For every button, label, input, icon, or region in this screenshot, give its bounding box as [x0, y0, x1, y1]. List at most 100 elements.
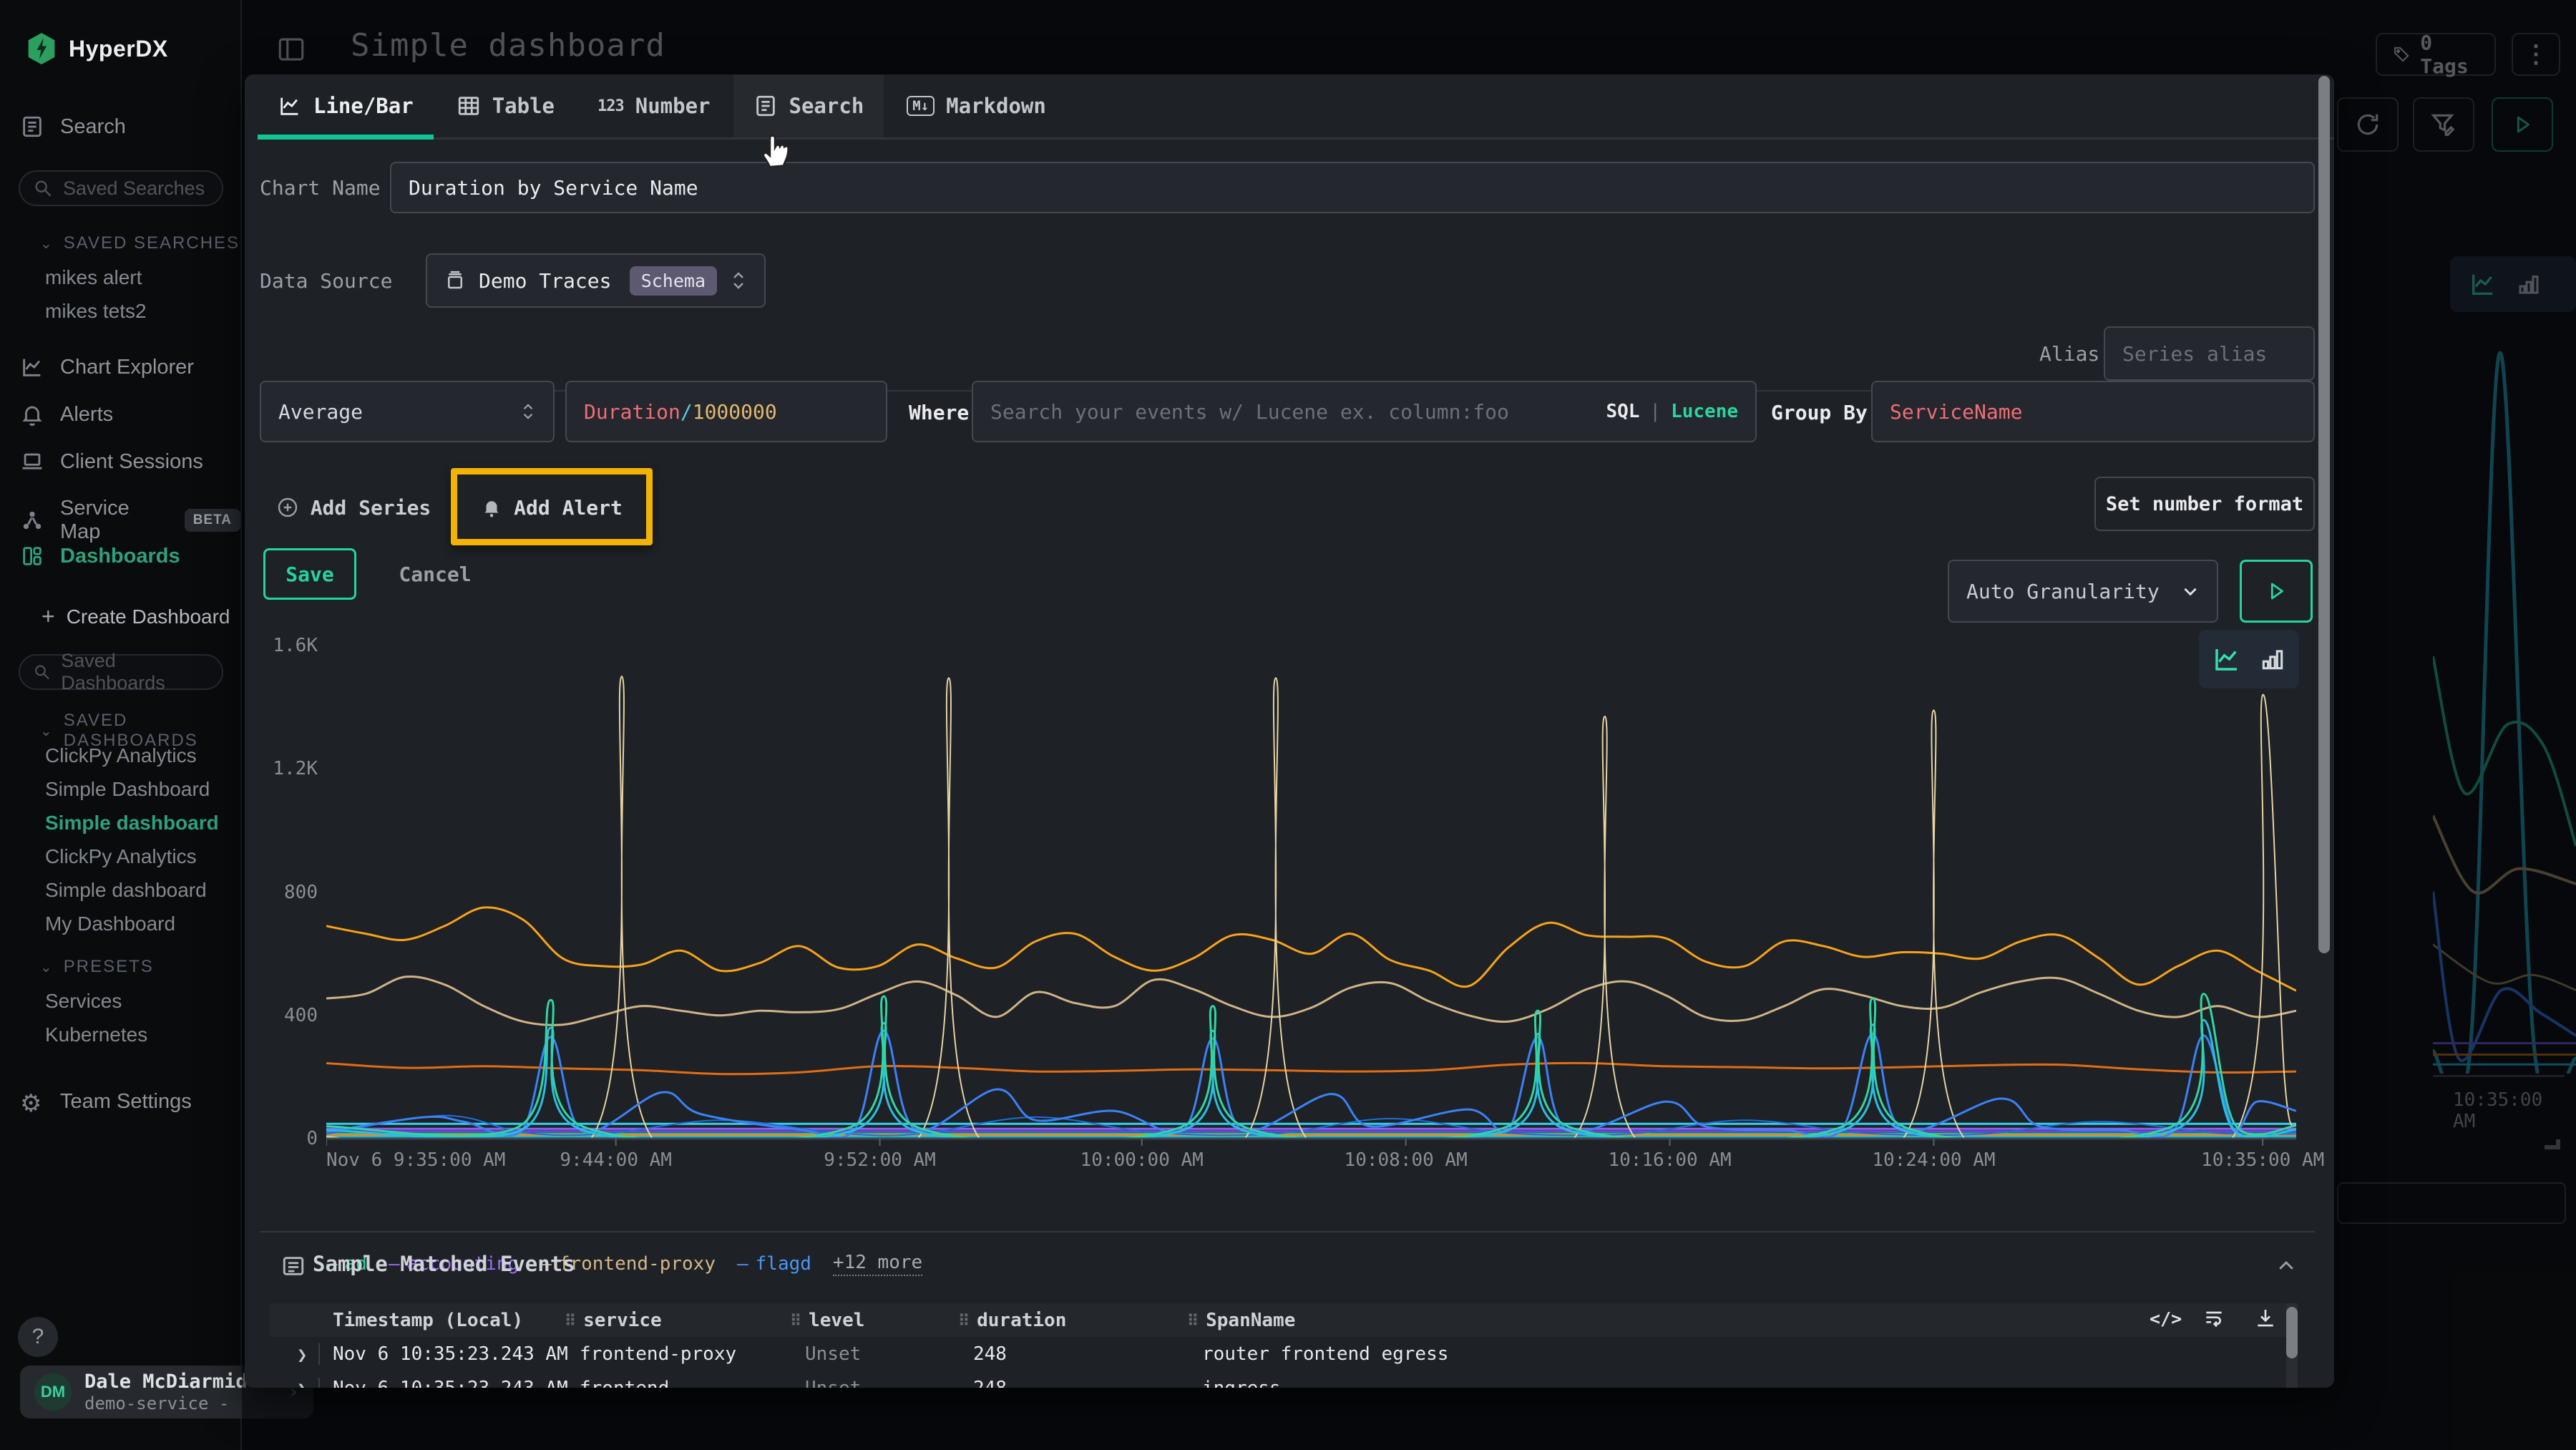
sidebar-item-label: Team Settings: [60, 1090, 192, 1114]
drag-handle-icon[interactable]: ⠿: [790, 1313, 801, 1330]
aggregation-select[interactable]: Average: [260, 381, 555, 442]
sidebar-item-dashboards[interactable]: Dashboards: [20, 544, 180, 568]
app-screen: Simple dashboard 0 Tags ⋮ 10:35:00 AM H: [0, 0, 2576, 1450]
set-number-format-button[interactable]: Set number format: [2094, 477, 2315, 531]
granularity-select[interactable]: Auto Granularity: [1948, 560, 2218, 623]
cancel-button[interactable]: Cancel: [385, 548, 485, 600]
col-duration[interactable]: ⠿duration: [958, 1310, 1066, 1331]
tab-table[interactable]: Table: [436, 74, 575, 137]
y-tick-label: 0: [253, 1128, 318, 1149]
expand-row-icon[interactable]: ❯: [297, 1345, 307, 1365]
download-icon[interactable]: [2254, 1307, 2277, 1330]
run-query-button[interactable]: [2240, 560, 2313, 623]
code-view-icon[interactable]: </>: [2150, 1308, 2182, 1329]
lucene-mode-button[interactable]: Lucene: [1671, 401, 1738, 422]
sidebar-item-search[interactable]: Search: [20, 115, 126, 139]
cell-timestamp[interactable]: Nov 6 10:35:23.243 AM: [318, 1378, 568, 1388]
sidebar-item-label: Search: [60, 115, 126, 139]
save-button[interactable]: Save: [263, 548, 356, 600]
saved-search-item[interactable]: mikes tets2: [45, 300, 147, 323]
chart-type-tabs: Line/Bar Table 123 Number Search M↓ Ma: [258, 74, 2334, 140]
dashboard-item[interactable]: My Dashboard: [45, 913, 175, 935]
col-level[interactable]: ⠿level: [790, 1310, 864, 1331]
col-service[interactable]: ⠿service: [565, 1310, 662, 1331]
chevron-down-icon: [2181, 582, 2200, 600]
user-subtitle: demo-service -: [84, 1393, 248, 1413]
create-dashboard-button[interactable]: + Create Dashboard: [42, 603, 230, 630]
sidebar-item-service-map[interactable]: Service Map BETA: [20, 497, 240, 544]
cell-spanname[interactable]: router frontend egress: [1202, 1343, 1448, 1365]
col-spanname[interactable]: ⠿SpanName: [1187, 1310, 1295, 1331]
drag-handle-icon[interactable]: ⠿: [958, 1313, 970, 1330]
expand-row-icon[interactable]: ❯: [297, 1379, 307, 1388]
legend-item[interactable]: —flagd: [737, 1253, 811, 1275]
cell-timestamp[interactable]: Nov 6 10:35:23.243 AM: [318, 1343, 568, 1365]
add-series-button[interactable]: Add Series: [268, 481, 439, 534]
search-icon: [33, 178, 53, 198]
tab-markdown[interactable]: M↓ Markdown: [887, 74, 1066, 137]
wrap-lines-icon[interactable]: [2202, 1307, 2225, 1330]
chevron-down-icon: ⌄: [40, 722, 54, 740]
cell-level[interactable]: Unset: [805, 1343, 861, 1365]
alias-label: Alias: [2039, 342, 2099, 366]
formula-field: Duration: [584, 400, 680, 424]
group-by-input[interactable]: ServiceName: [1871, 381, 2315, 442]
markdown-icon: M↓: [907, 96, 935, 116]
data-source-select[interactable]: Demo Traces Schema: [426, 253, 766, 308]
dashboard-item[interactable]: ClickPy Analytics: [45, 744, 197, 767]
x-tick-label: 10:08:00 AM: [1345, 1149, 1468, 1171]
collapse-section-icon[interactable]: [2275, 1255, 2297, 1277]
presets-header[interactable]: ⌄ PRESETS: [40, 957, 154, 977]
cell-spanname[interactable]: ingress: [1202, 1378, 1281, 1388]
sidebar-item-team-settings[interactable]: ⚙ Team Settings: [20, 1089, 192, 1114]
drag-handle-icon[interactable]: ⠿: [1187, 1313, 1199, 1330]
formula-input[interactable]: Duration/1000000: [565, 381, 887, 442]
dashboard-item[interactable]: Simple Dashboard: [45, 778, 210, 801]
add-alert-button[interactable]: Add Alert: [461, 481, 643, 534]
saved-searches-input[interactable]: Saved Searches: [19, 170, 223, 206]
sql-mode-button[interactable]: SQL: [1606, 401, 1639, 422]
chart-name-input[interactable]: Duration by Service Name: [390, 162, 2315, 213]
dashboard-item[interactable]: ClickPy Analytics: [45, 845, 197, 868]
drag-handle-icon[interactable]: ⠿: [565, 1313, 576, 1330]
events-scrollbar-thumb[interactable]: [2286, 1307, 2298, 1358]
cell-duration[interactable]: 248: [973, 1378, 1007, 1388]
dashboard-item-active[interactable]: Simple dashboard: [45, 812, 219, 835]
cell-service[interactable]: frontend: [580, 1378, 669, 1388]
sidebar-item-chart-explorer[interactable]: Chart Explorer: [20, 355, 194, 379]
col-timestamp[interactable]: Timestamp (Local): [333, 1310, 523, 1331]
user-name: Dale McDiarmid: [84, 1371, 248, 1393]
group-by-label: Group By: [1771, 401, 1868, 424]
preset-item[interactable]: Kubernetes: [45, 1023, 147, 1046]
cell-service[interactable]: frontend-proxy: [580, 1343, 736, 1365]
tab-search[interactable]: Search: [733, 74, 884, 137]
section-divider: [260, 1231, 2315, 1232]
doc-list-icon: [20, 115, 44, 139]
saved-dashboards-input[interactable]: Saved Dashboards: [19, 654, 223, 690]
modal-scrollbar-thumb[interactable]: [2318, 76, 2330, 953]
tab-line-bar[interactable]: Line/Bar: [258, 74, 434, 137]
formula-value: 1000000: [693, 400, 777, 424]
cell-duration[interactable]: 248: [973, 1343, 1007, 1365]
y-tick-label: 1.6K: [253, 635, 318, 656]
sidebar-item-client-sessions[interactable]: Client Sessions: [20, 449, 203, 474]
brand[interactable]: HyperDX: [26, 31, 168, 66]
legend-more-link[interactable]: +12 more: [833, 1252, 922, 1276]
where-search-input[interactable]: Search your events w/ Lucene ex. column:…: [972, 381, 1757, 442]
sidebar-item-label: Alerts: [60, 403, 113, 427]
sidebar-item-label: Dashboards: [60, 545, 180, 568]
sidebar-item-alerts[interactable]: Alerts: [20, 402, 113, 427]
where-label: Where: [909, 401, 969, 424]
saved-search-item[interactable]: mikes alert: [45, 266, 142, 289]
dashboard-item[interactable]: Simple dashboard: [45, 879, 207, 902]
service-map-icon: [20, 508, 44, 532]
help-button[interactable]: ?: [18, 1317, 58, 1357]
timeseries-chart[interactable]: [326, 646, 2296, 1147]
tab-number[interactable]: 123 Number: [577, 74, 731, 137]
cell-level[interactable]: Unset: [805, 1378, 861, 1388]
chevron-down-icon: ⌄: [40, 958, 54, 976]
alias-input[interactable]: Series alias: [2104, 326, 2315, 381]
preset-item[interactable]: Services: [45, 990, 122, 1013]
saved-searches-header[interactable]: ⌄ SAVED SEARCHES: [40, 233, 240, 253]
sample-events-title: Sample Matched Events: [313, 1252, 575, 1276]
